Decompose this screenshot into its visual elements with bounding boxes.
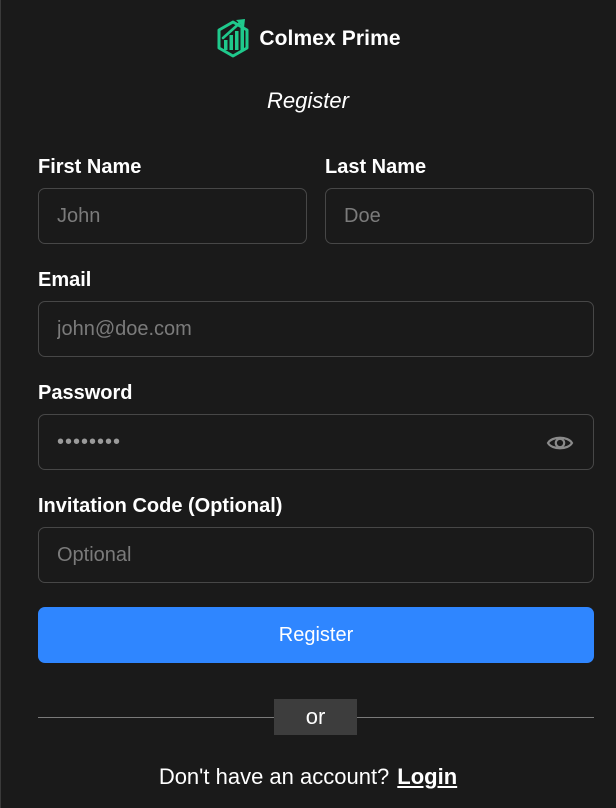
- last-name-field-wrapper: [325, 188, 594, 244]
- first-name-label: First Name: [38, 156, 142, 178]
- invitation-code-input[interactable]: [39, 528, 593, 582]
- email-input[interactable]: [39, 302, 593, 356]
- form-title: Register: [267, 88, 349, 113]
- invitation-code-field-wrapper: [38, 527, 594, 583]
- divider-line-right: [357, 717, 594, 718]
- last-name-label: Last Name: [325, 156, 427, 178]
- last-name-input[interactable]: [326, 189, 593, 243]
- divider-or: or: [274, 699, 357, 735]
- no-account-text: Don't have an account?: [158, 764, 390, 789]
- register-button[interactable]: Register: [38, 607, 594, 663]
- password-masked-value: ••••••••: [57, 430, 122, 453]
- first-name-input[interactable]: [39, 189, 306, 243]
- invitation-code-label: Invitation Code (Optional): [38, 495, 283, 517]
- register-page: Colmex Prime Register First Name Last Na…: [0, 0, 616, 808]
- brand-header: Colmex Prime: [0, 18, 616, 60]
- eye-icon[interactable]: [545, 428, 575, 458]
- password-field[interactable]: ••••••••: [38, 414, 594, 470]
- email-field-wrapper: [38, 301, 594, 357]
- brand-name: Colmex Prime: [259, 27, 401, 50]
- login-link[interactable]: Login: [397, 764, 457, 789]
- divider-line-left: [38, 717, 274, 718]
- bar-chart-growth-logo-icon: [217, 19, 249, 58]
- window-edge: [0, 0, 1, 808]
- login-prompt: Don't have an account? Login: [0, 764, 616, 790]
- email-label: Email: [38, 269, 92, 291]
- password-label: Password: [38, 382, 133, 404]
- first-name-field-wrapper: [38, 188, 307, 244]
